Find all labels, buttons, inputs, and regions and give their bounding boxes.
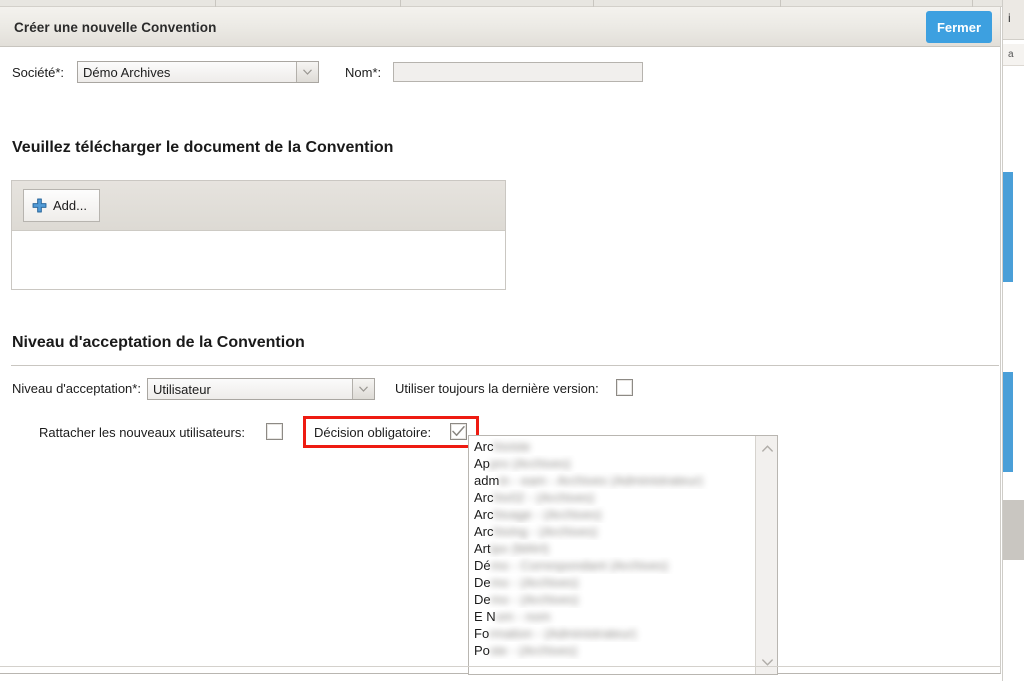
attach-new-users-label: Rattacher les nouveaux utilisateurs:	[39, 425, 245, 440]
societe-select[interactable]: Démo Archives	[77, 61, 319, 83]
list-item-prefix: De	[474, 592, 491, 607]
background-tab-strip	[0, 0, 1024, 7]
sliver-gray-block	[1003, 500, 1024, 560]
list-item[interactable]: Archiv02 - (Archives)	[474, 489, 755, 506]
list-item-prefix: De	[474, 575, 491, 590]
user-list-items: Archiviste Appro (Archives) admin - eam - …	[469, 438, 755, 674]
nom-input[interactable]	[393, 62, 643, 82]
list-item-redacted-text: hiving - (Archives)	[493, 524, 598, 539]
create-convention-dialog: Créer une nouvelle Convention Fermer Soc…	[0, 7, 1001, 675]
page-title: Créer une nouvelle Convention	[14, 20, 217, 35]
list-item[interactable]: Demo - (Archives)	[474, 591, 755, 608]
add-file-button-label: Add...	[53, 198, 87, 213]
list-item-prefix: Arc	[474, 524, 494, 539]
latest-version-checkbox[interactable]	[616, 379, 633, 396]
screen-root: i a Créer une nouvelle Convention Fermer…	[0, 0, 1024, 681]
list-item[interactable]: Artipo (MAH)	[474, 540, 755, 557]
list-item-redacted-text: mo - (Archives)	[490, 592, 579, 607]
user-listbox[interactable]: Archiviste Appro (Archives) admin - eam - …	[468, 435, 778, 675]
list-item-redacted-text: hiviste	[493, 439, 531, 454]
tab-divider	[593, 0, 594, 7]
list-item-prefix: Arc	[474, 439, 494, 454]
plus-icon	[32, 198, 47, 213]
list-item[interactable]: Archiviste	[474, 438, 755, 455]
chevron-down-icon[interactable]	[756, 652, 777, 672]
dialog-body: Société*: Démo Archives Nom*: Veuillez t…	[0, 47, 1001, 675]
list-item-redacted-text: in - eam - Archives (Administrateur)	[499, 473, 704, 488]
list-item-prefix: Ap	[474, 456, 490, 471]
societe-label: Société*:	[12, 65, 65, 80]
document-upload-panel: Add...	[11, 180, 506, 290]
list-item-redacted-text: ipo (MAH)	[490, 541, 550, 556]
listbox-scrollbar[interactable]	[755, 436, 777, 674]
sliver-blue-block	[1003, 172, 1013, 282]
mandatory-decision-label: Décision obligatoire:	[314, 425, 432, 440]
section-divider	[11, 365, 999, 366]
list-item-redacted-text: rmation - (Administrateur)	[489, 626, 637, 641]
list-item-redacted-text: hivage - (Archives)	[493, 507, 602, 522]
niveau-select-value: Utilisateur	[153, 381, 211, 397]
list-item[interactable]: Demo - (Archives)	[474, 574, 755, 591]
close-button[interactable]: Fermer	[926, 11, 992, 43]
nom-label: Nom*:	[345, 65, 382, 80]
list-item-redacted-text: ste - (Archives)	[489, 643, 578, 658]
sliver-subheader-text: a	[1003, 44, 1024, 66]
sliver-header-text: i	[1003, 0, 1024, 40]
acceptance-heading: Niveau d'acceptation de la Convention	[12, 334, 305, 351]
chevron-down-icon[interactable]	[352, 379, 374, 399]
list-item[interactable]: Appro (Archives)	[474, 455, 755, 472]
tab-divider	[780, 0, 781, 7]
tab-divider	[215, 0, 216, 7]
company-row: Société*: Démo Archives Nom*:	[0, 61, 1000, 85]
upload-heading: Veuillez télécharger le document de la C…	[12, 139, 394, 156]
list-item-redacted-text: mo - (Archives)	[490, 575, 579, 590]
dialog-header: Créer une nouvelle Convention Fermer	[0, 7, 1000, 47]
upload-toolbar: Add...	[12, 181, 505, 231]
list-item-redacted-text: hiv02 - (Archives)	[493, 490, 595, 505]
list-item-redacted-text: mo - Correspondant (Archives)	[490, 558, 669, 573]
list-item-prefix: Arc	[474, 507, 494, 522]
list-item-prefix: Fo	[474, 626, 490, 641]
list-item-prefix: Art	[474, 541, 491, 556]
sliver-blue-block	[1003, 372, 1013, 472]
dialog-bottom-divider	[0, 666, 1001, 667]
list-item[interactable]: Archiving - (Archives)	[474, 523, 755, 540]
checkmark-icon	[452, 426, 465, 437]
list-item-redacted-text: om - nom	[495, 609, 551, 624]
niveau-label: Niveau d'acceptation*:	[12, 381, 141, 396]
list-item[interactable]: admin - eam - Archives (Administrateur)	[474, 472, 755, 489]
attach-new-users-checkbox[interactable]	[266, 423, 283, 440]
mandatory-decision-checkbox[interactable]	[450, 423, 467, 440]
list-item-prefix: Dé	[474, 558, 491, 573]
list-item-prefix: adm	[474, 473, 500, 488]
background-page-sliver: i a	[1002, 0, 1024, 681]
list-item-prefix: Arc	[474, 490, 494, 505]
list-item-redacted-text: pro (Archives)	[489, 456, 571, 471]
latest-version-label: Utiliser toujours la dernière version:	[395, 381, 599, 396]
list-item[interactable]: Archivage - (Archives)	[474, 506, 755, 523]
societe-select-value: Démo Archives	[83, 64, 171, 80]
list-item[interactable]: E Nom - nom	[474, 608, 755, 625]
list-item[interactable]: Formation - (Administrateur)	[474, 625, 755, 642]
tab-divider	[400, 0, 401, 7]
list-item[interactable]: Démo - Correspondant (Archives)	[474, 557, 755, 574]
list-item-prefix: Po	[474, 643, 490, 658]
chevron-down-icon[interactable]	[296, 62, 318, 82]
tab-divider	[972, 0, 973, 7]
acceptance-level-row: Niveau d'acceptation*: Utilisateur Utili…	[0, 378, 1000, 400]
list-item[interactable]: Poste - (Archives)	[474, 642, 755, 659]
add-file-button[interactable]: Add...	[23, 189, 100, 222]
list-item-prefix: E N	[474, 609, 496, 624]
chevron-up-icon[interactable]	[756, 438, 777, 458]
niveau-select[interactable]: Utilisateur	[147, 378, 375, 400]
